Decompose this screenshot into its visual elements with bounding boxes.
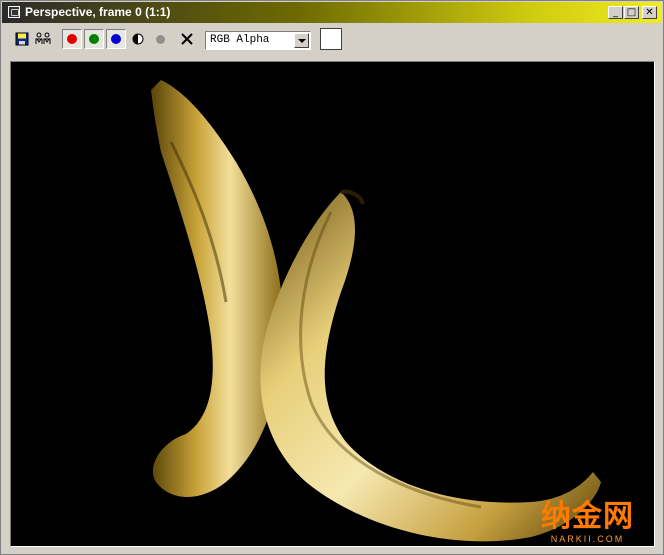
- chevron-down-icon[interactable]: [294, 33, 309, 48]
- watermark-logo: 纳金网 NARKII.COM: [541, 499, 634, 545]
- channel-select-value: RGB Alpha: [210, 34, 270, 46]
- alpha-channel-icon: [155, 34, 165, 44]
- watermark-main: 纳金网: [541, 499, 634, 534]
- title-bar[interactable]: Perspective, frame 0 (1:1) _ □ ✕: [2, 2, 662, 23]
- channel-select[interactable]: RGB Alpha: [205, 31, 311, 50]
- clear-icon: [181, 33, 193, 45]
- close-button[interactable]: ✕: [642, 6, 657, 19]
- red-channel-icon: [67, 34, 77, 44]
- minimize-button[interactable]: _: [608, 6, 623, 19]
- render-viewport[interactable]: 纳金网 NARKII.COM: [10, 61, 655, 547]
- blue-channel-icon: [111, 34, 121, 44]
- monochrome-toggle[interactable]: [128, 29, 148, 49]
- color-swatch[interactable]: [320, 28, 342, 50]
- maximize-button[interactable]: □: [624, 6, 639, 19]
- clear-button[interactable]: [176, 29, 198, 49]
- window-title: Perspective, frame 0 (1:1): [25, 5, 171, 19]
- blue-channel-toggle[interactable]: [106, 29, 126, 49]
- bananas-render: [151, 80, 601, 542]
- render-frame-window: Perspective, frame 0 (1:1) _ □ ✕ RGB Alp…: [0, 0, 664, 555]
- save-button[interactable]: [12, 29, 32, 49]
- app-icon[interactable]: [8, 6, 20, 18]
- monochrome-icon: [132, 33, 144, 45]
- clone-window-button[interactable]: [33, 29, 55, 49]
- alpha-channel-toggle[interactable]: [150, 29, 170, 49]
- red-channel-toggle[interactable]: [62, 29, 82, 49]
- watermark-sub: NARKII.COM: [550, 534, 625, 544]
- green-channel-toggle[interactable]: [84, 29, 104, 49]
- toolbar: RGB Alpha: [2, 23, 662, 55]
- green-channel-icon: [89, 34, 99, 44]
- save-icon: [15, 32, 29, 46]
- clone-icon: [35, 32, 51, 44]
